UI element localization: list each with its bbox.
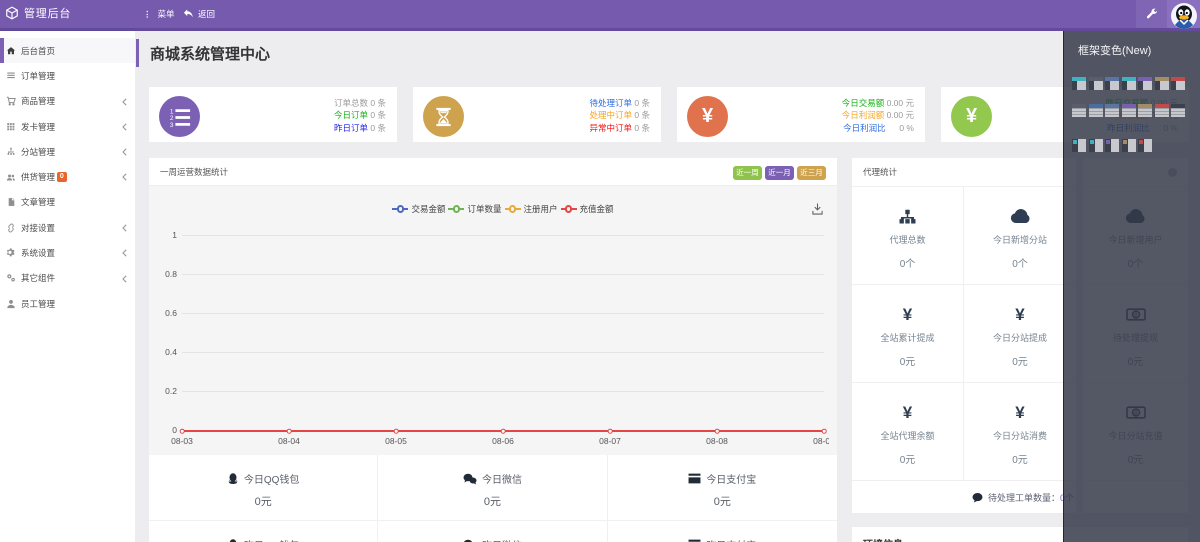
svg-text:3: 3 xyxy=(169,122,173,128)
svg-text:2: 2 xyxy=(169,115,173,122)
svg-text:1: 1 xyxy=(169,108,173,115)
